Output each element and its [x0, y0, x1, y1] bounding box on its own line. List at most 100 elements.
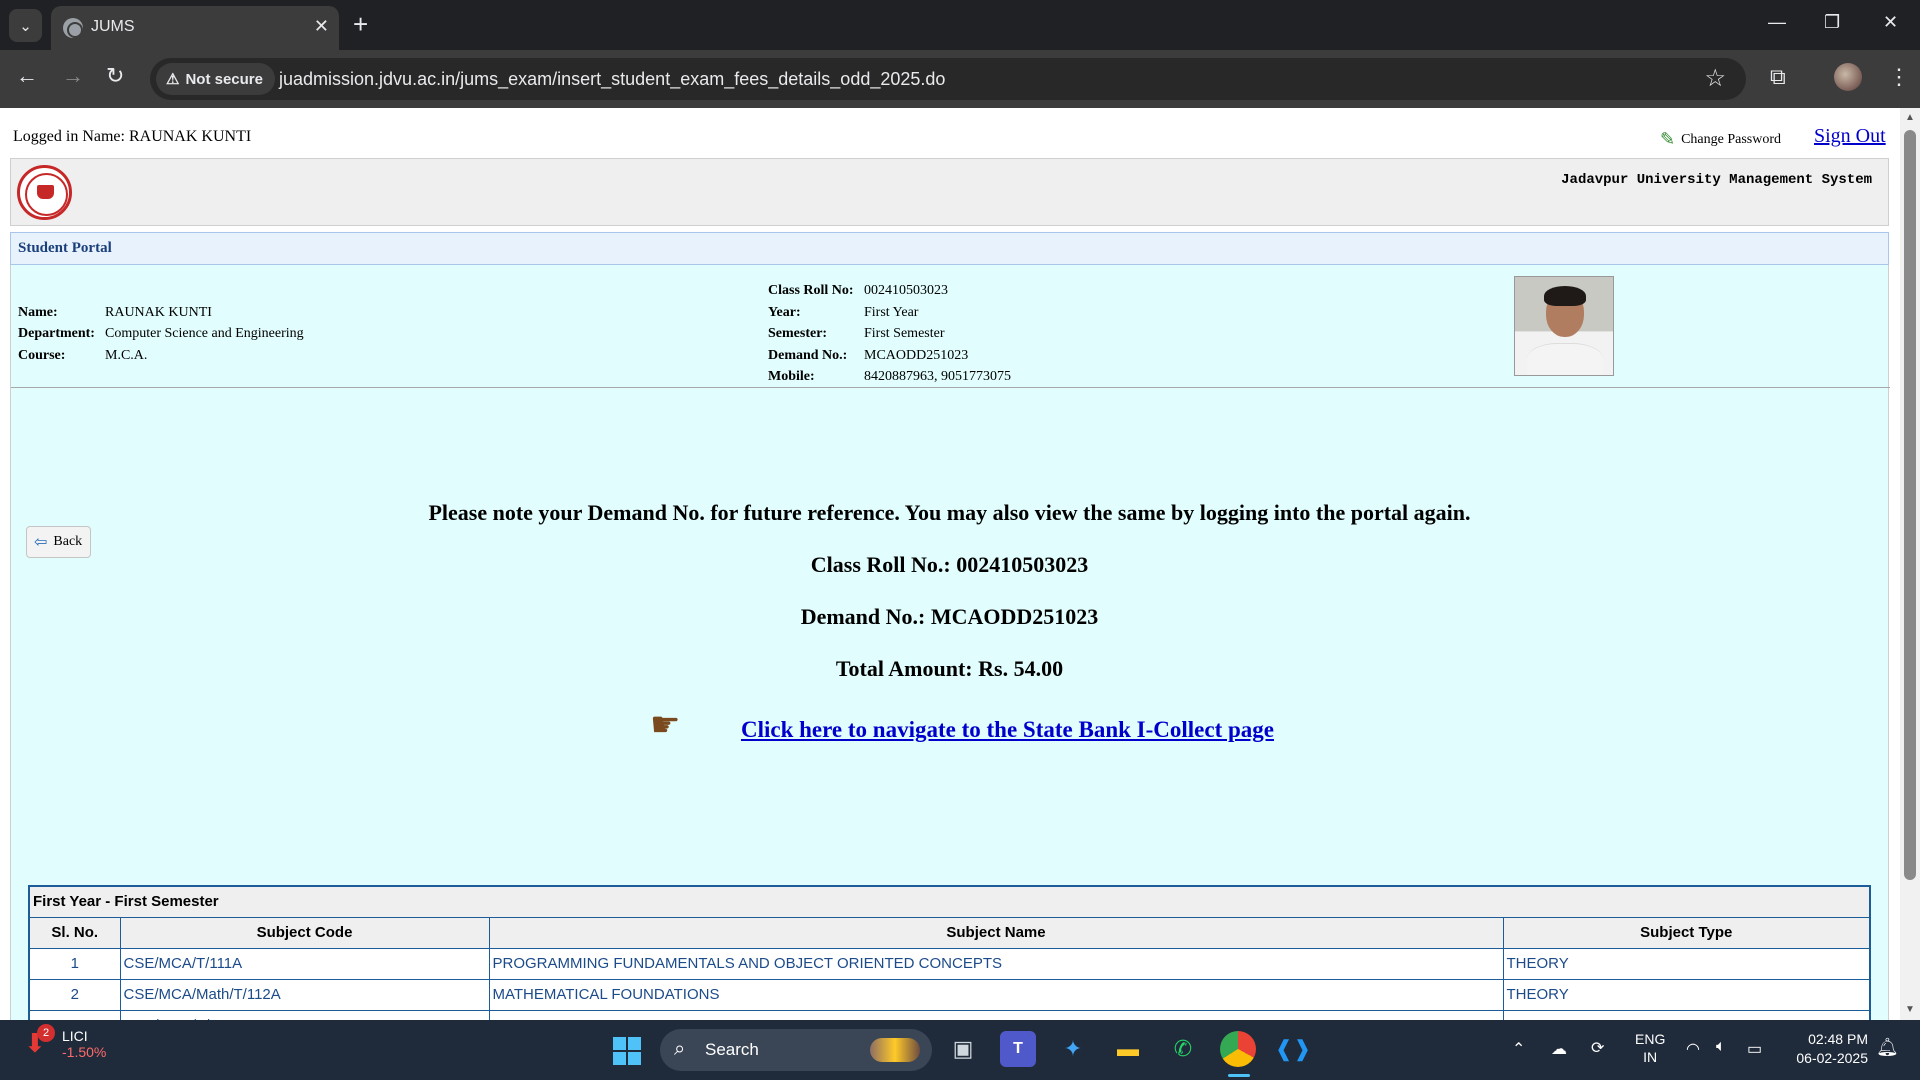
- clock-date: 06-02-2025: [1796, 1050, 1868, 1066]
- vscode-icon[interactable]: ❰❱: [1275, 1031, 1312, 1067]
- back-arrow-icon[interactable]: ←: [16, 63, 38, 89]
- notice-roll-no: Class Roll No.: 002410503023: [810, 552, 1089, 577]
- address-bar[interactable]: ⚠ Not secure juadmission.jdvu.ac.in/jums…: [150, 58, 1746, 100]
- clock-time: 02:48 PM: [1808, 1031, 1868, 1047]
- region-code: IN: [1643, 1049, 1658, 1065]
- portal-title: Student Portal: [18, 240, 112, 256]
- year-value: First Year: [864, 305, 919, 320]
- back-arrow-icon: ⇦: [34, 534, 48, 551]
- reload-icon[interactable]: ↻: [106, 63, 124, 89]
- browser-tab-strip: ⌄ JUMS ✕ + — ❐ ✕: [0, 0, 1920, 50]
- sign-out-link[interactable]: Sign Out: [1814, 125, 1886, 148]
- search-highlight-icon: [870, 1038, 920, 1062]
- pointing-hand-icon: ☛: [650, 707, 681, 744]
- course-value: M.C.A.: [105, 348, 148, 363]
- pencil-icon: ✎: [1660, 129, 1676, 149]
- sbi-link-row: ☛ Click here to navigate to the State Ba…: [10, 705, 1889, 745]
- name-value: RAUNAK KUNTI: [105, 305, 212, 320]
- battery-icon[interactable]: ▭: [1747, 1039, 1762, 1059]
- subject-name-cell: MATHEMATICAL FOUNDATIONS: [488, 978, 1504, 1011]
- table-group-row: First Year - First Semester: [28, 885, 1871, 918]
- menu-kebab-icon[interactable]: ⋮: [1888, 64, 1910, 90]
- teams-icon[interactable]: T: [1000, 1031, 1036, 1067]
- tab-title: JUMS: [91, 18, 135, 35]
- scroll-down-icon[interactable]: ▼: [1905, 1004, 1915, 1015]
- language-indicator[interactable]: ENG IN: [1635, 1030, 1665, 1066]
- change-password-label: Change Password: [1681, 131, 1782, 147]
- subject-code-cell: CSE/MCA/T/113A: [119, 1009, 490, 1020]
- url-text[interactable]: juadmission.jdvu.ac.in/jums_exam/insert_…: [279, 69, 945, 90]
- university-logo: [17, 165, 72, 220]
- info-roll: Class Roll No: 002410503023: [768, 283, 948, 299]
- course-label: Course:: [18, 348, 66, 363]
- minimize-icon[interactable]: —: [1768, 12, 1786, 33]
- header-banner: Jadavpur University Management System: [10, 158, 1889, 226]
- onedrive-icon[interactable]: ☁: [1551, 1039, 1567, 1059]
- volume-icon[interactable]: 🔈︎: [1716, 1038, 1726, 1056]
- system-name: Jadavpur University Management System: [1561, 172, 1872, 188]
- wifi-icon[interactable]: ◠: [1686, 1039, 1700, 1059]
- back-label: Back: [53, 534, 83, 549]
- student-photo: [1514, 276, 1614, 376]
- security-label: Not secure: [185, 70, 263, 88]
- mobile-value: 8420887963, 9051773075: [864, 369, 1011, 384]
- scroll-up-icon[interactable]: ▲: [1905, 112, 1915, 123]
- show-hidden-icons-icon[interactable]: ⌃: [1512, 1039, 1525, 1059]
- stock-widget[interactable]: ⬇ 2 LICI -1.50%: [24, 1024, 107, 1060]
- subject-table: First Year - First Semester Sl. No. Subj…: [28, 885, 1871, 1020]
- copilot-icon[interactable]: ✦: [1055, 1031, 1091, 1067]
- profile-avatar[interactable]: [1834, 63, 1862, 91]
- whatsapp-icon[interactable]: ✆: [1165, 1031, 1201, 1067]
- sbi-icollect-link[interactable]: Click here to navigate to the State Bank…: [741, 717, 1274, 743]
- sl-no-cell: 1: [28, 947, 121, 980]
- subject-type-cell: THEORY: [1502, 947, 1871, 980]
- scroll-thumb[interactable]: [1904, 130, 1916, 880]
- divider: [11, 387, 1890, 388]
- window-close-icon[interactable]: ✕: [1883, 12, 1898, 33]
- sync-icon[interactable]: ⟳: [1591, 1038, 1604, 1058]
- col-header-subject-type: Subject Type: [1502, 916, 1871, 949]
- info-mobile: Mobile: 8420887963, 9051773075: [768, 369, 1011, 385]
- restore-icon[interactable]: ❐: [1824, 12, 1840, 33]
- year-label: Year:: [768, 305, 801, 320]
- subject-name-cell: MANAGEMENT INFORMATION SYSTEMS: [488, 1009, 1504, 1020]
- extensions-icon[interactable]: ⧉: [1770, 64, 1786, 90]
- taskbar-search[interactable]: ⌕ Search: [660, 1029, 932, 1071]
- portal-title-bar: Student Portal: [10, 232, 1889, 265]
- stock-change: -1.50%: [62, 1044, 107, 1060]
- close-tab-icon[interactable]: ✕: [314, 16, 329, 37]
- tab-search-chevron-icon[interactable]: ⌄: [9, 9, 42, 42]
- globe-icon: [63, 18, 83, 38]
- file-explorer-icon[interactable]: ▬: [1110, 1031, 1146, 1067]
- sl-no-cell: 2: [28, 978, 121, 1011]
- notice-demand-no: Demand No.: MCAODD251023: [800, 604, 1099, 629]
- stock-down-icon: ⬇ 2: [24, 1024, 55, 1058]
- browser-tab[interactable]: JUMS ✕: [51, 6, 339, 50]
- clock[interactable]: 02:48 PM 06-02-2025: [1784, 1030, 1868, 1068]
- new-tab-icon[interactable]: +: [353, 10, 368, 38]
- notification-bell-icon[interactable]: 🔔︎: [1876, 1037, 1899, 1058]
- change-password-link[interactable]: ✎ Change Password: [1660, 129, 1781, 150]
- chrome-icon[interactable]: [1220, 1031, 1256, 1067]
- notice-reference: Please note your Demand No. for future r…: [428, 500, 1471, 525]
- table-row: 2 CSE/MCA/Math/T/112A MATHEMATICAL FOUNDAT…: [28, 978, 1871, 1011]
- col-header-subject-name: Subject Name: [488, 916, 1504, 949]
- sl-no-cell: 3: [28, 1009, 121, 1020]
- forward-arrow-icon[interactable]: →: [62, 63, 84, 89]
- info-semester: Semester: First Semester: [768, 326, 945, 342]
- browser-toolbar: ← → ↻ ⚠ Not secure juadmission.jdvu.ac.i…: [0, 50, 1920, 108]
- stock-name: LICI: [62, 1028, 88, 1044]
- security-chip[interactable]: ⚠ Not secure: [156, 63, 275, 95]
- bookmark-star-icon[interactable]: ☆: [1704, 64, 1726, 93]
- windows-start-icon[interactable]: [613, 1037, 641, 1065]
- subject-type-cell: THEORY: [1502, 978, 1871, 1011]
- info-year: Year: First Year: [768, 305, 918, 321]
- roll-label: Class Roll No:: [768, 283, 854, 298]
- warning-icon: ⚠: [166, 71, 180, 88]
- table-row: 1 CSE/MCA/T/111A PROGRAMMING FUNDAMENTALS …: [28, 947, 1871, 980]
- col-header-subject-code: Subject Code: [119, 916, 490, 949]
- task-view-icon[interactable]: ▣: [945, 1031, 981, 1067]
- page-scrollbar[interactable]: ▲ ▼: [1900, 108, 1920, 1020]
- demand-value: MCAODD251023: [864, 348, 969, 363]
- department-value: Computer Science and Engineering: [105, 326, 304, 341]
